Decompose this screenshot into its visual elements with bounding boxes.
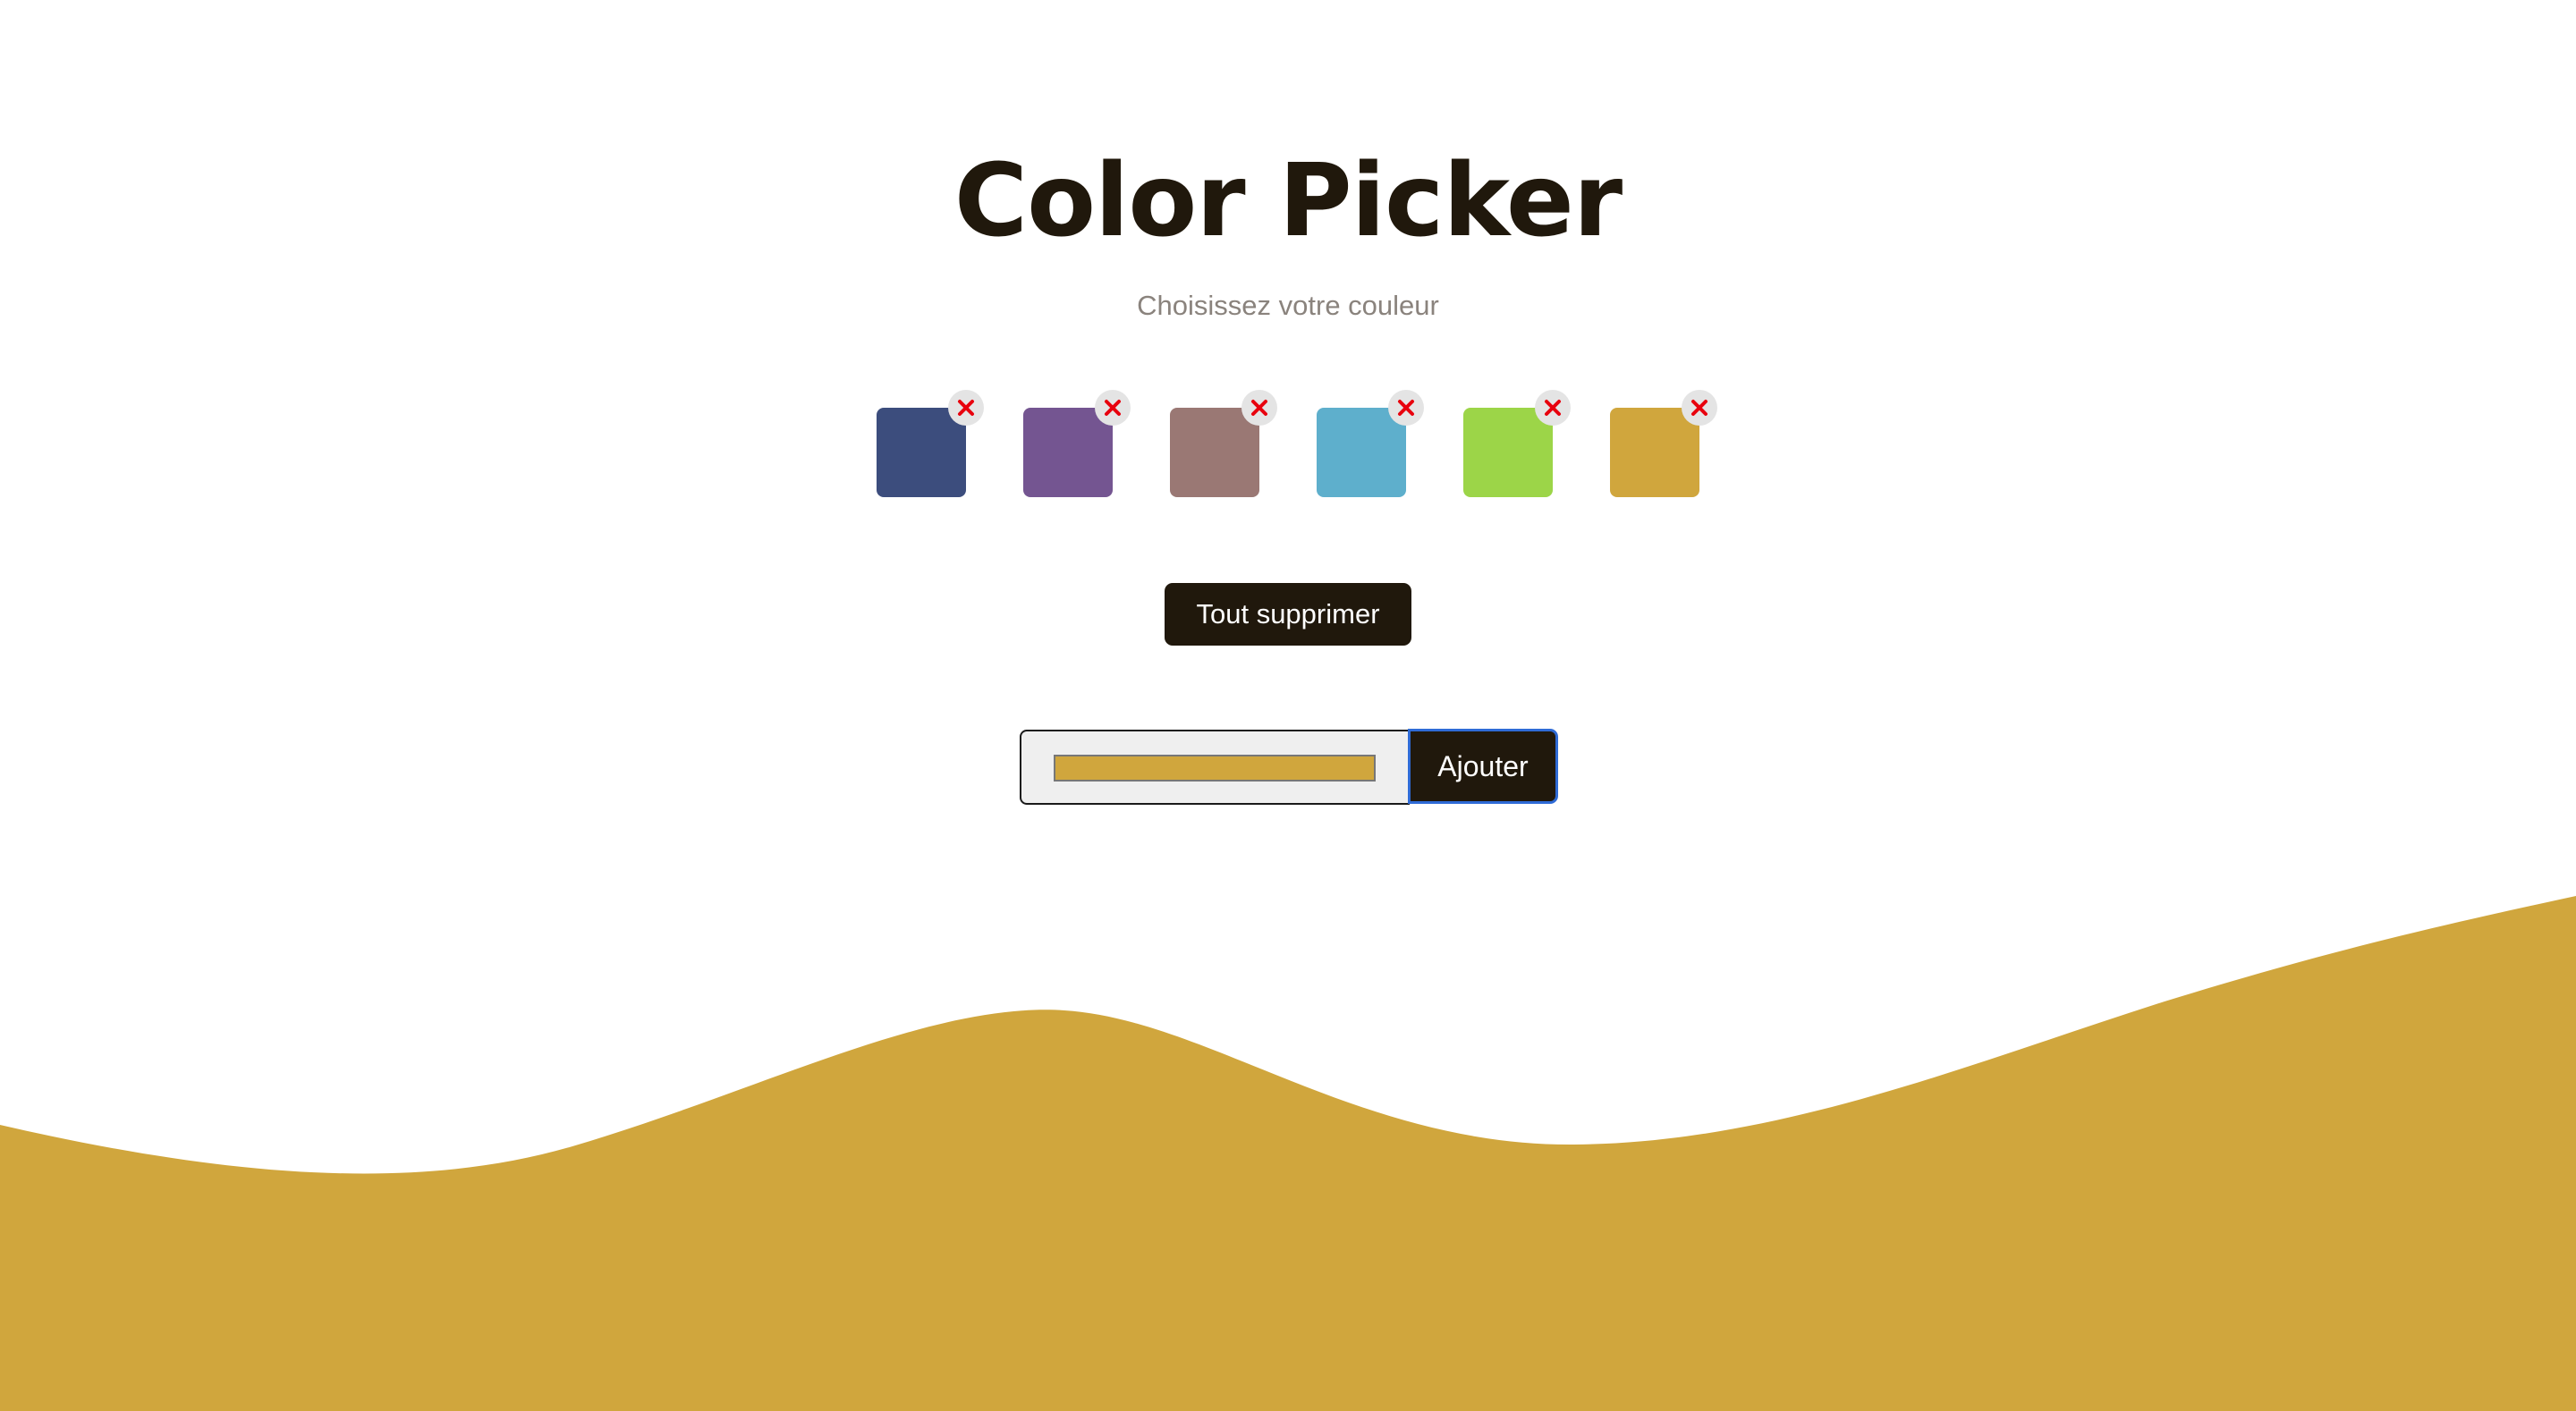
color-swatch[interactable] <box>877 408 966 497</box>
close-icon <box>1251 400 1267 416</box>
swatch-list <box>0 390 2576 497</box>
swatch-item <box>1463 390 1571 497</box>
close-icon <box>1105 400 1121 416</box>
color-swatch[interactable] <box>1023 408 1113 497</box>
remove-swatch-button[interactable] <box>1682 390 1717 426</box>
add-color-form: Ajouter <box>1020 729 1558 805</box>
color-swatch[interactable] <box>1170 408 1259 497</box>
clear-all-button[interactable]: Tout supprimer <box>1165 583 1411 646</box>
swatch-item <box>1317 390 1424 497</box>
color-input-preview <box>1054 755 1376 782</box>
remove-swatch-button[interactable] <box>1535 390 1571 426</box>
page-title: Color Picker <box>953 143 1623 259</box>
swatch-item <box>877 390 984 497</box>
add-button[interactable]: Ajouter <box>1408 729 1558 804</box>
remove-swatch-button[interactable] <box>1241 390 1277 426</box>
color-swatch[interactable] <box>1317 408 1406 497</box>
color-swatch[interactable] <box>1463 408 1553 497</box>
close-icon <box>958 400 974 416</box>
swatch-item <box>1610 390 1717 497</box>
remove-swatch-button[interactable] <box>948 390 984 426</box>
swatch-item <box>1170 390 1277 497</box>
close-icon <box>1691 400 1707 416</box>
color-input[interactable] <box>1020 730 1410 805</box>
remove-swatch-button[interactable] <box>1388 390 1424 426</box>
color-swatch[interactable] <box>1610 408 1699 497</box>
remove-swatch-button[interactable] <box>1095 390 1131 426</box>
close-icon <box>1545 400 1561 416</box>
close-icon <box>1398 400 1414 416</box>
swatch-item <box>1023 390 1131 497</box>
page-subtitle: Choisissez votre couleur <box>1137 290 1439 321</box>
